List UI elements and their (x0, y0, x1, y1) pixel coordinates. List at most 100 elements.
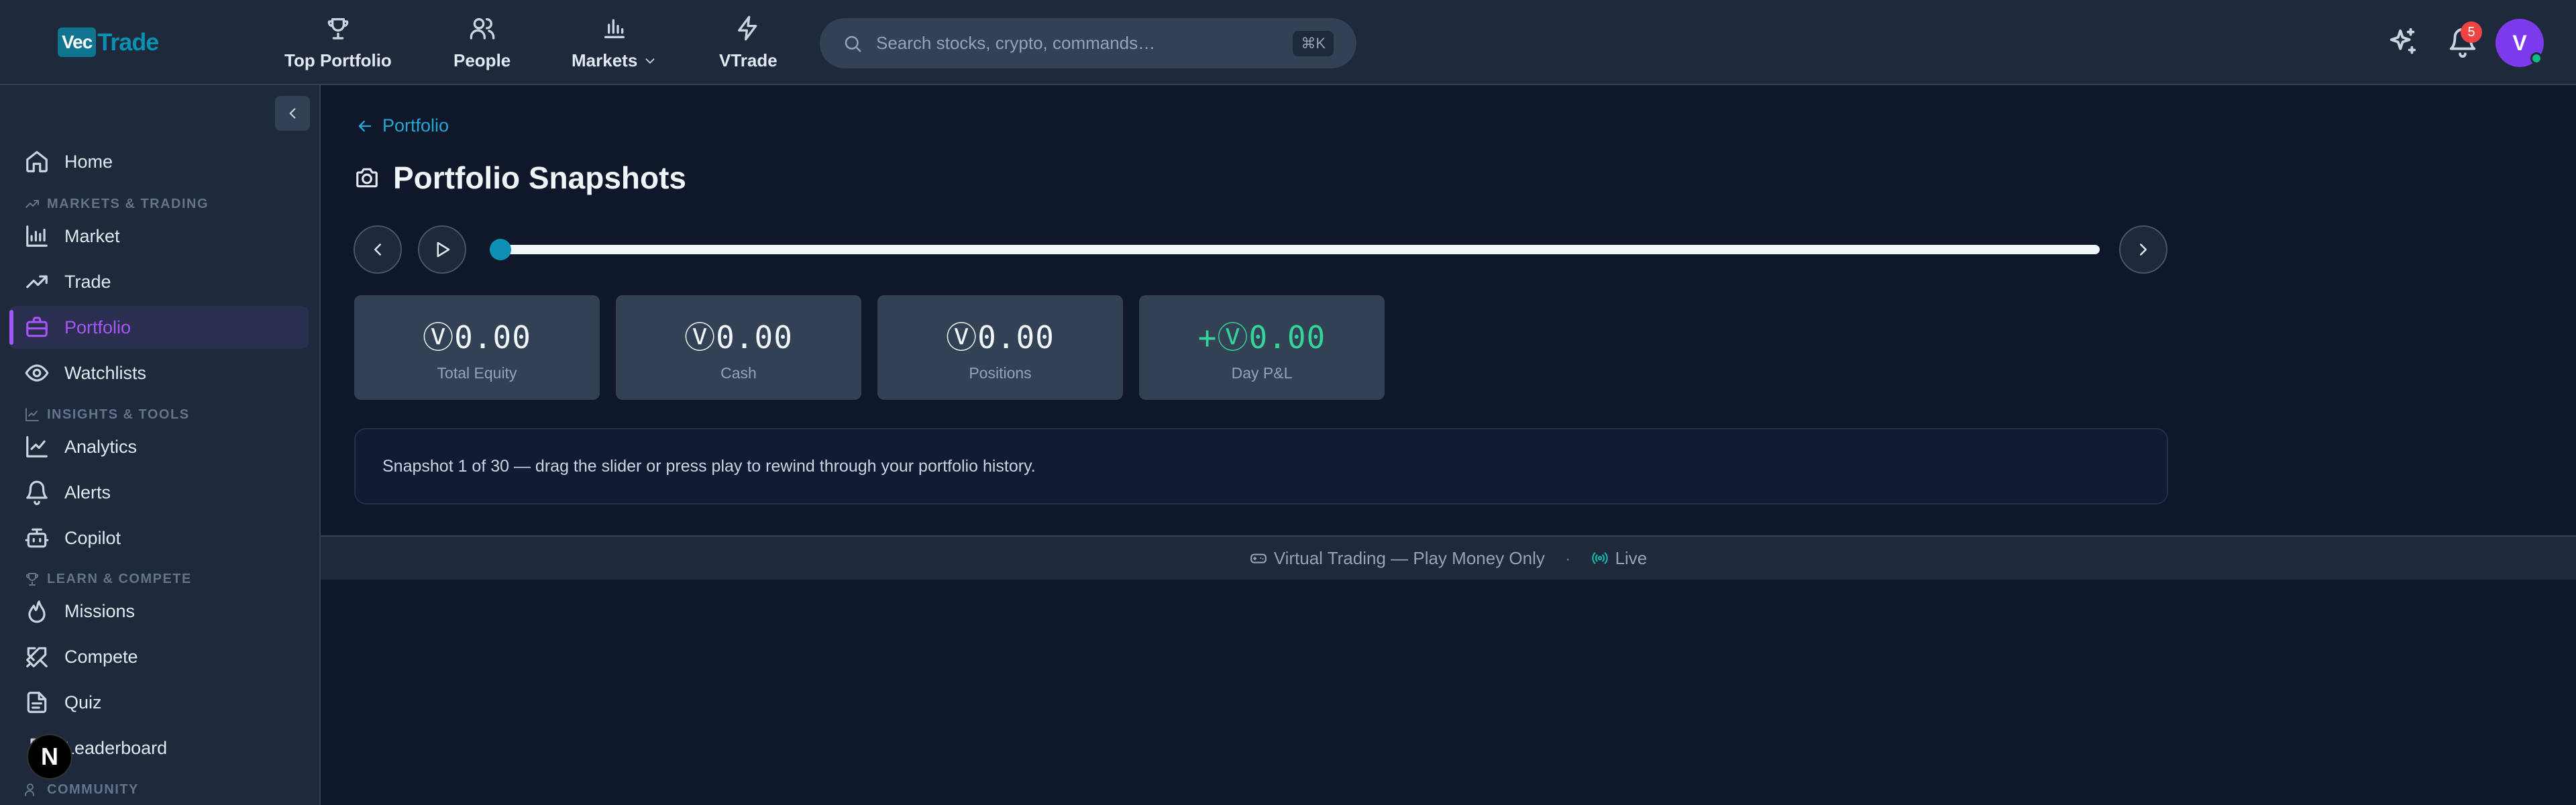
snapshot-slider-thumb[interactable] (490, 239, 511, 260)
nav-vtrade[interactable]: VTrade (719, 15, 777, 71)
eye-icon (25, 364, 49, 382)
page-title: Portfolio Snapshots (354, 160, 686, 196)
bar-chart-icon (604, 19, 625, 38)
sidebar-item-label: Alerts (64, 482, 111, 502)
nav-label: People (453, 50, 511, 70)
bell-icon (26, 480, 48, 505)
document-icon (27, 692, 47, 713)
sidebar-item-missions[interactable]: Missions (9, 590, 309, 633)
sidebar-section-learn: LEARN & COMPETE (24, 570, 192, 588)
sidebar-item-label: Copilot (64, 527, 121, 548)
gamepad-icon (1250, 553, 1267, 564)
sidebar-item-label: Leaderboard (64, 737, 168, 758)
brand-logo-trade: Trade (97, 28, 159, 56)
sidebar-item-label: Home (64, 151, 113, 172)
sidebar-item-alerts[interactable]: Alerts (9, 471, 309, 514)
flame-icon (28, 600, 46, 623)
users-icon (470, 18, 494, 40)
sidebar-item-label: Watchlists (64, 362, 147, 383)
sparkles-icon (2390, 28, 2416, 54)
trending-up-icon (26, 275, 48, 288)
sidebar-item-watchlists[interactable]: Watchlists (9, 352, 309, 394)
bar-chart-icon (26, 225, 48, 247)
top-bar: Vec Trade Top Portfolio People Markets V… (0, 0, 2576, 85)
ai-sparkles-button[interactable] (2387, 27, 2418, 58)
back-link-label: Portfolio (382, 115, 449, 136)
search-bar[interactable]: ⌘K (820, 18, 1356, 68)
play-button[interactable] (418, 225, 466, 274)
stat-card-day-pnl: +Ⓥ0.00 Day P&L (1139, 295, 1385, 400)
snapshot-info-text: Snapshot 1 of 30 — drag the slider or pr… (382, 456, 1036, 476)
stat-card-positions: Ⓥ0.00 Positions (877, 295, 1123, 400)
stat-card-cash: Ⓥ0.00 Cash (616, 295, 861, 400)
camera-icon (356, 168, 378, 188)
nav-label: VTrade (719, 50, 777, 70)
page-title-text: Portfolio Snapshots (393, 160, 686, 195)
footer-separator: · (1564, 547, 1571, 568)
sidebar-item-analytics[interactable]: Analytics (9, 425, 309, 468)
brand-logo[interactable]: Vec Trade (58, 25, 159, 59)
line-chart-icon (26, 436, 48, 458)
stat-label: Total Equity (437, 364, 517, 382)
sidebar-section-community: COMMUNITY (24, 780, 139, 799)
stat-value: Ⓥ0.00 (423, 319, 531, 356)
nav-top-portfolio[interactable]: Top Portfolio (284, 15, 392, 71)
footer-status-bar: Virtual Trading — Play Money Only · Live (321, 535, 2576, 580)
snapshot-slider-track[interactable] (490, 245, 2100, 254)
snapshot-info-box: Snapshot 1 of 30 — drag the slider or pr… (354, 428, 2168, 504)
briefcase-icon (26, 317, 48, 337)
sidebar-item-copilot[interactable]: Copilot (9, 517, 309, 559)
users-icon (25, 784, 34, 796)
sidebar-item-label: Compete (64, 646, 138, 667)
nav-label: Top Portfolio (284, 50, 392, 70)
live-signal-icon (1591, 552, 1608, 564)
back-to-portfolio-link[interactable]: Portfolio (356, 115, 449, 136)
brand-logo-vec: Vec (58, 28, 97, 57)
sidebar-item-home[interactable]: Home (9, 140, 309, 183)
sidebar-item-label: Trade (64, 271, 111, 292)
stat-label: Cash (720, 364, 757, 382)
search-shortcut: ⌘K (1293, 30, 1334, 56)
dev-overlay-n-button[interactable]: N (27, 734, 72, 780)
sidebar-item-compete[interactable]: Compete (9, 635, 309, 678)
search-input[interactable] (876, 33, 1293, 54)
notification-badge: 5 (2461, 21, 2482, 43)
line-chart-icon (25, 408, 39, 421)
arrow-left-icon (358, 120, 372, 131)
sidebar-item-market[interactable]: Market (9, 215, 309, 258)
home-icon (26, 151, 48, 172)
stat-label: Positions (969, 364, 1032, 382)
trophy-icon (25, 573, 39, 586)
stat-value: Ⓥ0.00 (684, 319, 793, 356)
next-snapshot-button[interactable] (2119, 225, 2167, 274)
sidebar-item-label: Missions (64, 600, 136, 621)
sidebar-item-label: Portfolio (64, 317, 131, 337)
swords-icon (26, 647, 48, 667)
sidebar-collapse-button[interactable] (275, 96, 310, 131)
sidebar: Home MARKETS & TRADING Market Trade Port… (0, 85, 321, 805)
stat-value: Ⓥ0.00 (946, 319, 1055, 356)
search-icon (845, 36, 861, 52)
previous-snapshot-button[interactable] (354, 225, 402, 274)
bolt-icon (738, 15, 757, 41)
sidebar-item-trade[interactable]: Trade (9, 260, 309, 303)
chevron-down-icon (645, 58, 655, 64)
nav-label: Markets (572, 50, 638, 70)
sidebar-item-portfolio[interactable]: Portfolio (9, 306, 309, 349)
nav-people[interactable]: People (453, 15, 511, 71)
trophy-icon (327, 18, 349, 40)
footer-mode-text: Virtual Trading — Play Money Only (1273, 547, 1545, 568)
sidebar-item-label: Quiz (64, 692, 102, 712)
bot-icon (25, 528, 49, 548)
chevron-right-icon (2140, 244, 2147, 256)
online-status-dot (2530, 52, 2542, 64)
footer-live-text: Live (1615, 547, 1648, 568)
nav-markets[interactable]: Markets (572, 15, 657, 71)
sidebar-item-quiz[interactable]: Quiz (9, 681, 309, 724)
play-icon (437, 241, 450, 258)
sidebar-item-label: Market (64, 225, 120, 246)
stat-card-total-equity: Ⓥ0.00 Total Equity (354, 295, 600, 400)
chevron-left-icon (289, 108, 296, 119)
sidebar-section-insights: INSIGHTS & TOOLS (24, 405, 190, 424)
stat-label: Day P&L (1231, 364, 1293, 382)
